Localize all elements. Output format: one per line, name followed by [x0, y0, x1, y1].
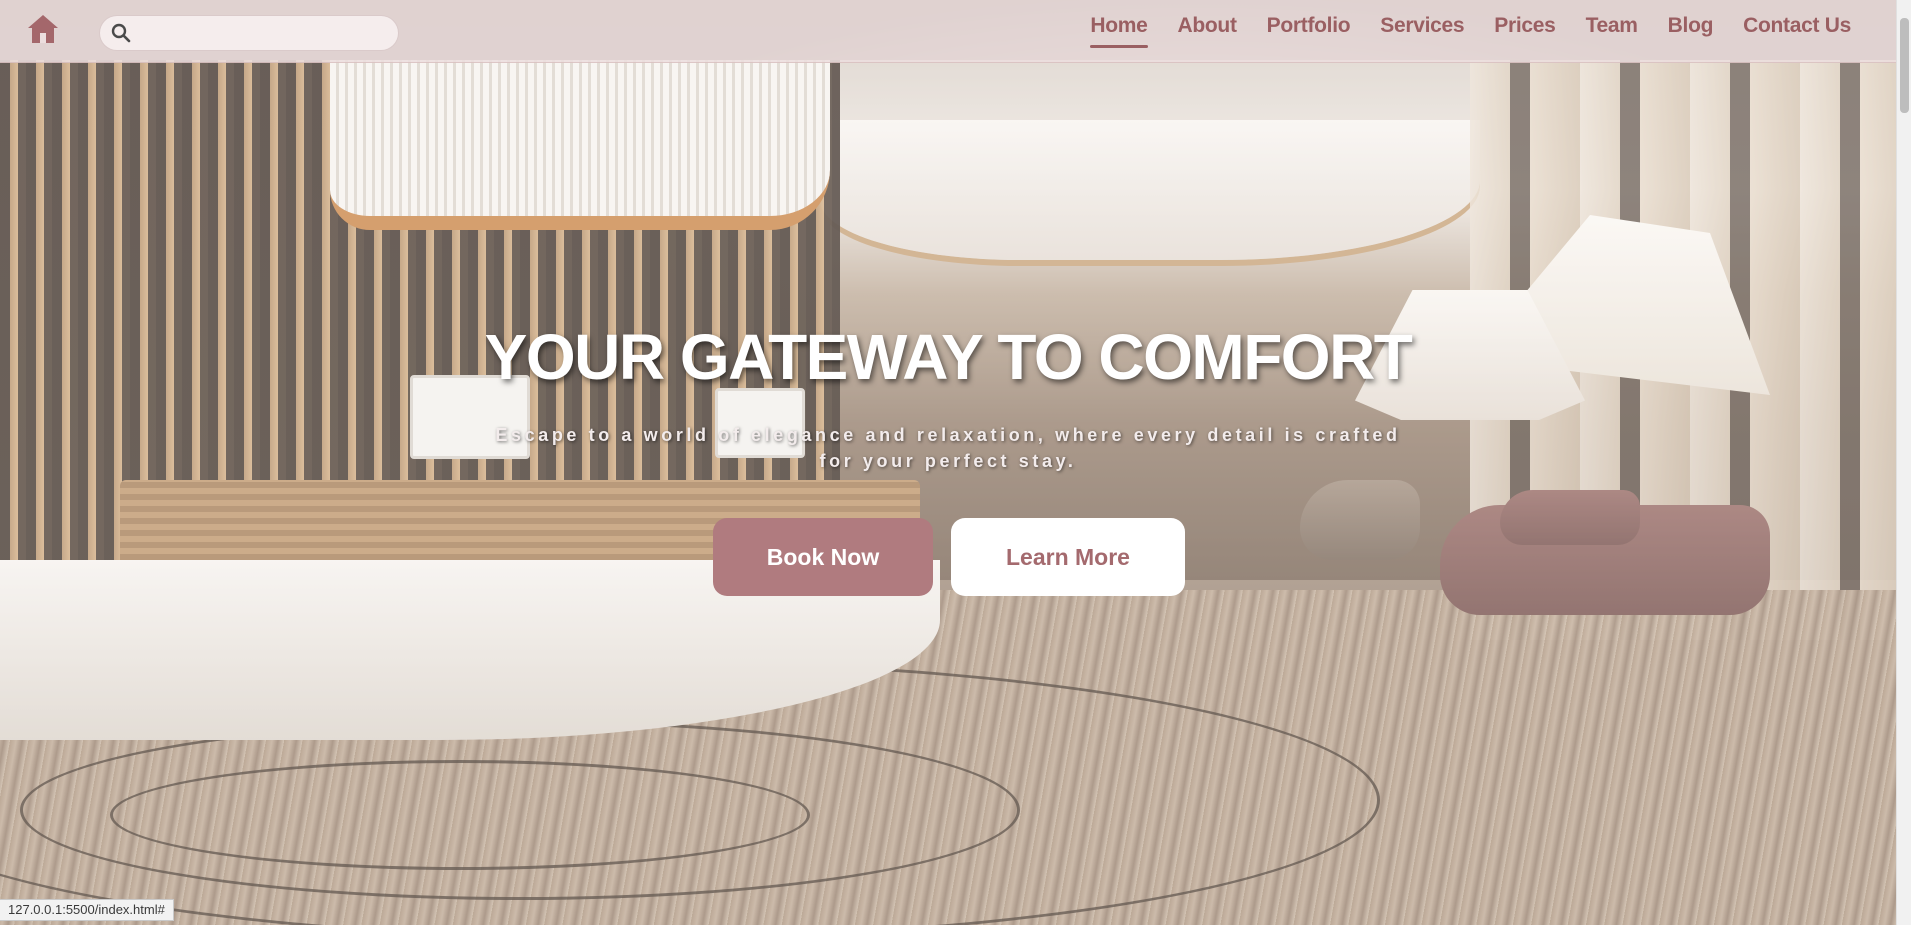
nav-home[interactable]: Home	[1090, 14, 1148, 48]
home-icon-button[interactable]	[25, 12, 61, 46]
search-icon[interactable]	[108, 20, 134, 46]
nav-services[interactable]: Services	[1380, 14, 1464, 42]
nav-portfolio[interactable]: Portfolio	[1267, 14, 1351, 42]
home-icon	[28, 15, 58, 43]
hero-content: YOUR GATEWAY TO COMFORT Escape to a worl…	[0, 320, 1896, 596]
status-bar-url: 127.0.0.1:5500/index.html#	[0, 899, 174, 921]
nav-contact-us[interactable]: Contact Us	[1743, 14, 1851, 42]
search-bar	[99, 15, 399, 51]
hero-buttons: Book Now Learn More	[0, 518, 1896, 596]
hero-subtitle: Escape to a world of elegance and relaxa…	[495, 425, 1401, 471]
search-input[interactable]	[134, 16, 398, 50]
vertical-scrollbar[interactable]	[1896, 0, 1911, 925]
site-header: Home About Portfolio Services Prices Tea…	[0, 0, 1896, 63]
nav-about[interactable]: About	[1178, 14, 1237, 42]
hero-title: YOUR GATEWAY TO COMFORT	[484, 321, 1413, 393]
nav-blog[interactable]: Blog	[1668, 14, 1714, 42]
learn-more-button[interactable]: Learn More	[951, 518, 1185, 596]
book-now-button[interactable]: Book Now	[713, 518, 933, 596]
nav-prices[interactable]: Prices	[1494, 14, 1556, 42]
main-nav: Home About Portfolio Services Prices Tea…	[1090, 0, 1851, 56]
nav-team[interactable]: Team	[1586, 14, 1638, 42]
browser-viewport: Home About Portfolio Services Prices Tea…	[0, 0, 1911, 925]
scrollbar-thumb[interactable]	[1900, 18, 1909, 113]
